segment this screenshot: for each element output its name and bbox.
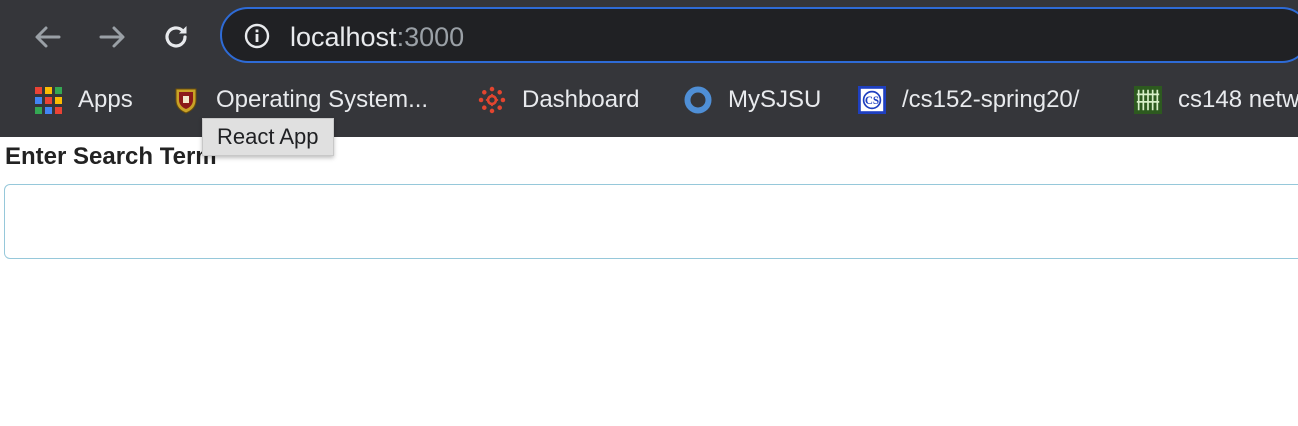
- bookmark-cs148[interactable]: cs148 netw: [1134, 76, 1298, 124]
- search-label: Enter Search Term: [5, 143, 217, 170]
- bookmark-dashboard[interactable]: Dashboard: [478, 76, 639, 124]
- bookmark-label: /cs152-spring20/: [902, 86, 1080, 113]
- reload-icon: [165, 26, 187, 48]
- search-input[interactable]: [4, 184, 1298, 259]
- svg-text:CS: CS: [865, 95, 879, 107]
- university-crest-icon: [172, 86, 200, 114]
- info-icon[interactable]: [244, 23, 270, 49]
- bookmark-cs152[interactable]: CS /cs152-spring20/: [858, 76, 1079, 124]
- bookmarks-bar: Apps Operating System... Dashboard MySJS…: [0, 76, 1298, 124]
- apps-grid-icon: [34, 86, 62, 114]
- bookmark-operating-systems[interactable]: Operating System...: [172, 76, 428, 124]
- ring-icon: [684, 86, 712, 114]
- bookmark-label: Dashboard: [522, 86, 640, 113]
- url-port: :3000: [396, 22, 465, 52]
- bookmark-mysjsu[interactable]: MySJSU: [684, 76, 821, 124]
- back-button[interactable]: [28, 17, 68, 57]
- tab-tooltip: React App: [202, 118, 334, 156]
- reload-button[interactable]: [156, 17, 196, 57]
- url-host: localhost: [290, 22, 397, 52]
- forward-arrow-icon: [99, 26, 125, 48]
- back-arrow-icon: [35, 26, 61, 48]
- bookmark-label: Apps: [78, 86, 133, 113]
- bookmark-label: cs148 netw: [1178, 86, 1298, 113]
- canvas-logo-icon: [478, 86, 506, 114]
- url-text[interactable]: localhost:3000: [290, 21, 464, 53]
- grid-logo-icon: [1134, 86, 1162, 114]
- bookmark-label: MySJSU: [728, 86, 822, 113]
- bookmark-apps[interactable]: Apps: [34, 76, 133, 124]
- browser-toolbar: localhost:3000 Apps Operating System... …: [0, 0, 1298, 137]
- bookmark-label: Operating System...: [216, 86, 429, 113]
- page-content: Enter Search Term: [0, 137, 1298, 426]
- address-bar[interactable]: localhost:3000: [220, 7, 1298, 63]
- cs-logo-icon: CS: [858, 86, 886, 114]
- forward-button[interactable]: [92, 17, 132, 57]
